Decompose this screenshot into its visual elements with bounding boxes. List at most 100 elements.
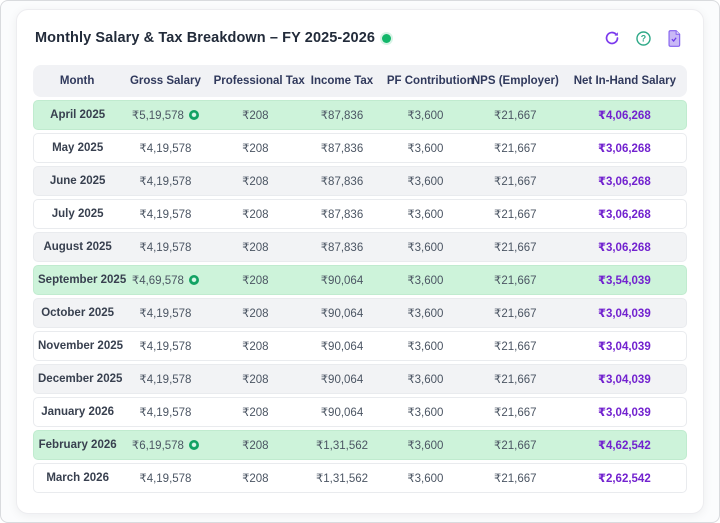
professional-tax-cell: ₹208 [210,265,302,295]
nps-employer-cell: ₹21,667 [468,232,563,262]
professional-tax-cell: ₹208 [210,331,302,361]
month-cell: May 2025 [33,133,121,163]
table-row: May 2025 ₹4,19,578 ₹208 ₹87,836 ₹3,600 ₹… [33,133,687,163]
help-icon: ? [635,30,652,47]
gross-salary-cell: ₹4,69,578 [121,265,209,295]
pf-contribution-cell: ₹3,600 [383,298,468,328]
increment-indicator-icon [189,110,199,120]
pf-contribution-cell: ₹3,600 [383,100,468,130]
table-row: July 2025 ₹4,19,578 ₹208 ₹87,836 ₹3,600 … [33,199,687,229]
gross-salary-cell: ₹4,19,578 [121,463,209,493]
income-tax-cell: ₹87,836 [301,133,383,163]
table-row: September 2025 ₹4,69,578 ₹208 ₹90,064 ₹3… [33,265,687,295]
professional-tax-cell: ₹208 [210,133,302,163]
month-cell: November 2025 [33,331,121,361]
professional-tax-cell: ₹208 [210,430,302,460]
page-background: Monthly Salary & Tax Breakdown – FY 2025… [0,0,720,523]
net-salary-cell: ₹3,54,039 [563,265,687,295]
income-tax-cell: ₹87,836 [301,232,383,262]
net-salary-cell: ₹3,04,039 [563,298,687,328]
income-tax-cell: ₹87,836 [301,199,383,229]
nps-employer-cell: ₹21,667 [468,397,563,427]
income-tax-cell: ₹1,31,562 [301,463,383,493]
professional-tax-cell: ₹208 [210,166,302,196]
professional-tax-cell: ₹208 [210,397,302,427]
nps-employer-cell: ₹21,667 [468,463,563,493]
title-wrap: Monthly Salary & Tax Breakdown – FY 2025… [35,30,391,46]
professional-tax-cell: ₹208 [210,232,302,262]
month-cell: December 2025 [33,364,121,394]
column-header: Month [33,65,121,97]
document-icon [666,30,682,47]
salary-table: MonthGross SalaryProfessional TaxIncome … [33,62,687,496]
month-cell: October 2025 [33,298,121,328]
table-row: December 2025 ₹4,19,578 ₹208 ₹90,064 ₹3,… [33,364,687,394]
header-actions: ? [601,27,685,49]
professional-tax-cell: ₹208 [210,199,302,229]
income-tax-cell: ₹90,064 [301,364,383,394]
net-salary-cell: ₹3,06,268 [563,166,687,196]
month-cell: March 2026 [33,463,121,493]
table-row: January 2026 ₹4,19,578 ₹208 ₹90,064 ₹3,6… [33,397,687,427]
net-salary-cell: ₹3,04,039 [563,397,687,427]
table-row: April 2025 ₹5,19,578 ₹208 ₹87,836 ₹3,600… [33,100,687,130]
nps-employer-cell: ₹21,667 [468,166,563,196]
table-row: March 2026 ₹4,19,578 ₹208 ₹1,31,562 ₹3,6… [33,463,687,493]
gross-salary-cell: ₹4,19,578 [121,298,209,328]
table-row: June 2025 ₹4,19,578 ₹208 ₹87,836 ₹3,600 … [33,166,687,196]
pf-contribution-cell: ₹3,600 [383,232,468,262]
professional-tax-cell: ₹208 [210,298,302,328]
column-header: NPS (Employer) [468,65,563,97]
pf-contribution-cell: ₹3,600 [383,463,468,493]
net-salary-cell: ₹3,06,268 [563,199,687,229]
month-cell: September 2025 [33,265,121,295]
refresh-button[interactable] [601,27,623,49]
column-header: Professional Tax [210,65,302,97]
net-salary-cell: ₹3,04,039 [563,331,687,361]
net-salary-cell: ₹4,62,542 [563,430,687,460]
column-header: Income Tax [301,65,383,97]
month-cell: January 2026 [33,397,121,427]
income-tax-cell: ₹90,064 [301,265,383,295]
gross-salary-cell: ₹4,19,578 [121,199,209,229]
month-cell: June 2025 [33,166,121,196]
month-cell: July 2025 [33,199,121,229]
professional-tax-cell: ₹208 [210,364,302,394]
month-cell: August 2025 [33,232,121,262]
professional-tax-cell: ₹208 [210,463,302,493]
gross-salary-cell: ₹4,19,578 [121,364,209,394]
card-header: Monthly Salary & Tax Breakdown – FY 2025… [35,27,685,49]
net-salary-cell: ₹4,06,268 [563,100,687,130]
nps-employer-cell: ₹21,667 [468,265,563,295]
help-button[interactable]: ? [632,27,654,49]
nps-employer-cell: ₹21,667 [468,331,563,361]
gross-salary-cell: ₹4,19,578 [121,166,209,196]
pf-contribution-cell: ₹3,600 [383,397,468,427]
pf-contribution-cell: ₹3,600 [383,430,468,460]
month-cell: February 2026 [33,430,121,460]
column-header: Net In-Hand Salary [563,65,687,97]
month-cell: April 2025 [33,100,121,130]
table-row: October 2025 ₹4,19,578 ₹208 ₹90,064 ₹3,6… [33,298,687,328]
svg-text:?: ? [640,33,645,43]
table-row: August 2025 ₹4,19,578 ₹208 ₹87,836 ₹3,60… [33,232,687,262]
net-salary-cell: ₹3,06,268 [563,133,687,163]
income-tax-cell: ₹90,064 [301,331,383,361]
income-tax-cell: ₹90,064 [301,397,383,427]
table-row: November 2025 ₹4,19,578 ₹208 ₹90,064 ₹3,… [33,331,687,361]
table-header-row: MonthGross SalaryProfessional TaxIncome … [33,65,687,97]
gross-salary-cell: ₹4,19,578 [121,133,209,163]
table-row: February 2026 ₹6,19,578 ₹208 ₹1,31,562 ₹… [33,430,687,460]
nps-employer-cell: ₹21,667 [468,100,563,130]
column-header: Gross Salary [121,65,209,97]
gross-salary-cell: ₹6,19,578 [121,430,209,460]
income-tax-cell: ₹1,31,562 [301,430,383,460]
gross-salary-cell: ₹4,19,578 [121,331,209,361]
gross-salary-cell: ₹5,19,578 [121,100,209,130]
page-title: Monthly Salary & Tax Breakdown – FY 2025… [35,30,375,46]
refresh-icon [604,30,620,46]
pf-contribution-cell: ₹3,600 [383,331,468,361]
increment-indicator-icon [189,275,199,285]
export-document-button[interactable] [663,27,685,49]
income-tax-cell: ₹87,836 [301,100,383,130]
